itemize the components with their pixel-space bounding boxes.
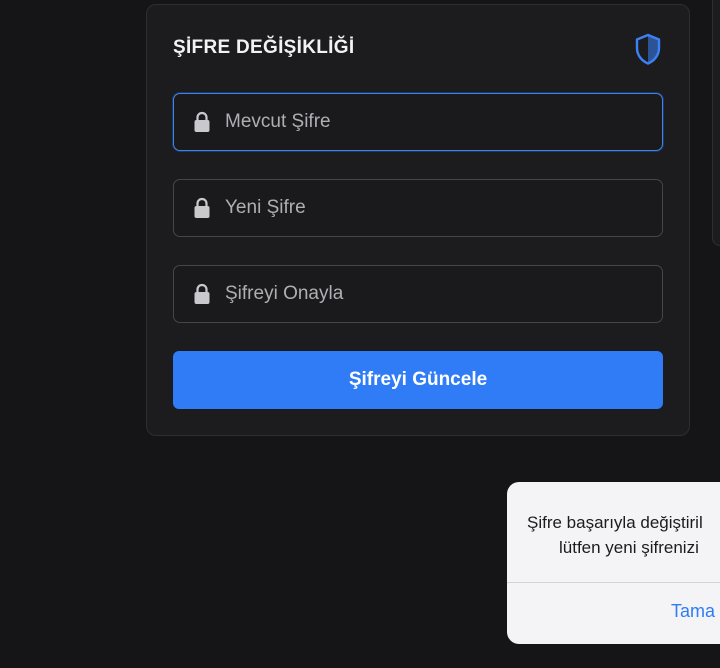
- alert-message-line-1: Şifre başarıyla değiştiril: [527, 513, 703, 532]
- lock-icon: [194, 197, 210, 218]
- lock-icon: [194, 283, 210, 304]
- adjacent-card-edge: [712, 0, 720, 246]
- alert-message: Şifre başarıyla değiştiril lütfen yeni ş…: [527, 510, 720, 560]
- current-password-field[interactable]: [173, 93, 663, 151]
- shield-icon: [635, 33, 661, 65]
- alert-divider: [507, 582, 720, 583]
- new-password-input[interactable]: [225, 180, 662, 236]
- update-password-button[interactable]: Şifreyi Güncele: [173, 351, 663, 409]
- alert-message-line-2: lütfen yeni şifrenizi: [559, 538, 699, 557]
- current-password-input[interactable]: [225, 94, 662, 150]
- alert-ok-button[interactable]: Tama: [671, 601, 715, 622]
- confirm-password-field[interactable]: [173, 265, 663, 323]
- password-change-card: ŞİFRE DEĞİŞİKLİĞİ Şifreyi Güncele: [146, 4, 690, 436]
- success-alert-dialog: Şifre başarıyla değiştiril lütfen yeni ş…: [507, 482, 720, 644]
- card-title: ŞİFRE DEĞİŞİKLİĞİ: [173, 37, 355, 58]
- lock-icon: [194, 111, 210, 132]
- new-password-field[interactable]: [173, 179, 663, 237]
- confirm-password-input[interactable]: [225, 266, 662, 322]
